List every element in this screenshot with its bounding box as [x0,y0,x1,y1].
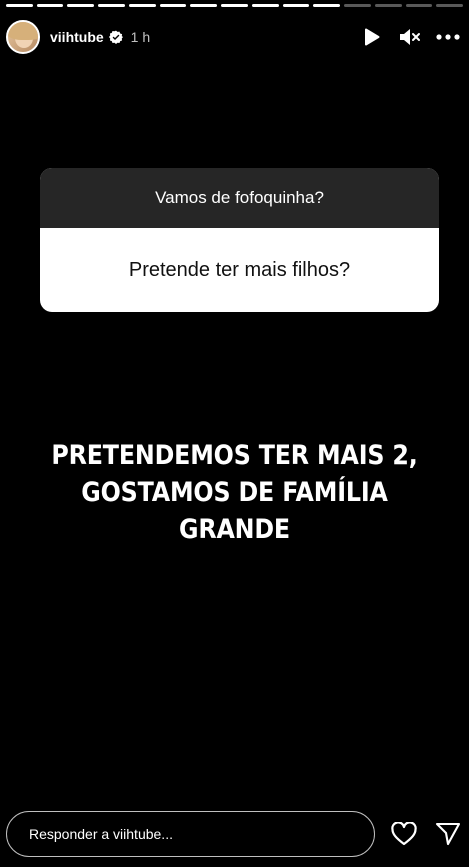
like-heart-icon[interactable] [389,819,419,849]
story-progress-segment [313,4,341,7]
mute-icon[interactable] [397,24,423,50]
story-progress-segment [36,4,64,7]
avatar[interactable] [6,20,40,54]
play-icon[interactable] [359,24,385,50]
story-progress-segment [436,4,464,7]
story-progress-segment [405,4,433,7]
story-progress-bar [6,4,464,7]
story-progress-segment [221,4,248,7]
story-progress-segment [374,4,402,7]
post-time: 1 h [130,29,151,45]
question-sticker: Vamos de fofoquinha? Pretende ter mais f… [40,168,439,312]
story-header: viihtube 1 h [6,18,461,56]
verified-badge-icon [108,30,123,44]
response-line-1: PRETENDEMOS TER MAIS 2, [51,440,418,471]
question-title: Vamos de fofoquinha? [40,168,439,228]
reply-bar [6,810,463,858]
story-progress-segment [128,4,156,7]
question-answer: Pretende ter mais filhos? [128,258,351,281]
story-progress-segment [6,4,33,7]
story-progress-segment [190,4,218,7]
story-progress-segment [282,4,310,7]
response-line-2: GOSTAMOS DE FAMÍLIA [81,477,388,508]
story-progress-segment [251,4,279,7]
story-progress-segment [159,4,187,7]
story-progress-segment [344,4,371,7]
reply-input[interactable] [6,811,375,857]
story-progress-segment [67,4,95,7]
username[interactable]: viihtube [50,29,104,45]
more-icon[interactable] [435,24,461,50]
response-line-3: GRANDE [179,514,290,545]
send-icon[interactable] [433,819,463,849]
story-progress-segment [98,4,125,7]
story-response-text: PRETENDEMOS TER MAIS 2, GOSTAMOS DE FAMÍ… [28,437,441,548]
